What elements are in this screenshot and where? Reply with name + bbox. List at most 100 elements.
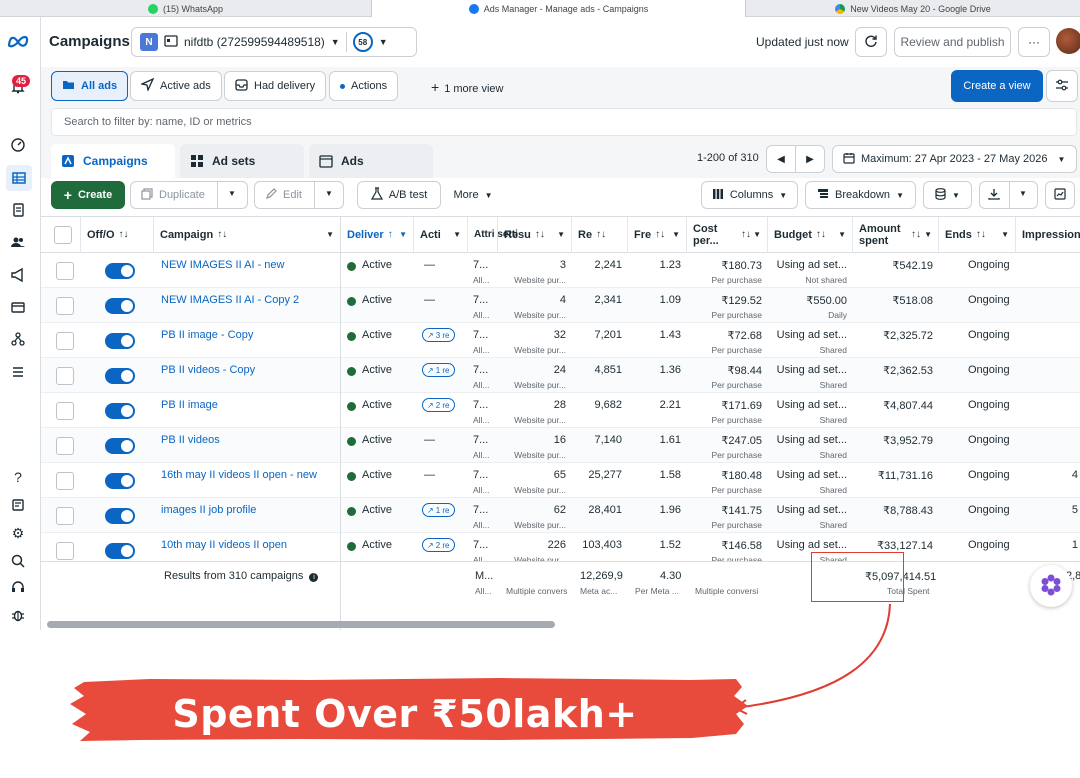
- date-range-picker[interactable]: Maximum: 27 Apr 2023 - 27 May 2026 ▼: [832, 145, 1077, 173]
- column-header-attribution[interactable]: Attri setti: [468, 217, 518, 253]
- results-value: 65: [553, 469, 566, 481]
- browser-tab-google-drive[interactable]: New Videos May 20 - Google Drive: [746, 0, 1080, 17]
- results-sub: Website pur...: [514, 415, 566, 425]
- view-active-ads-button[interactable]: Active ads: [130, 71, 222, 101]
- column-header-budget[interactable]: Budget ↑↓ ▼: [768, 217, 853, 253]
- audiences-people-icon[interactable]: [8, 232, 28, 252]
- column-header-campaign[interactable]: Campaign ↑↓ ▼: [154, 217, 341, 253]
- campaign-name-link[interactable]: PB II videos: [161, 434, 220, 446]
- campaign-on-off-toggle[interactable]: [105, 298, 135, 314]
- chevron-down-icon[interactable]: ▼: [228, 189, 236, 198]
- create-button[interactable]: + Create: [51, 181, 125, 209]
- chevron-down-icon[interactable]: ▼: [379, 37, 388, 47]
- more-view-link[interactable]: +1 more view: [431, 79, 503, 95]
- more-options-button[interactable]: ···: [1018, 27, 1050, 57]
- avatar[interactable]: [1056, 28, 1080, 54]
- columns-button[interactable]: Columns ▼: [701, 181, 798, 209]
- campaign-name-link[interactable]: NEW IMAGES II AI - new: [161, 259, 284, 271]
- column-header-ends[interactable]: Ends ↑↓ ▼: [939, 217, 1016, 253]
- more-actions-button[interactable]: More ▼: [446, 181, 500, 209]
- column-header-actions[interactable]: Acti ▼: [414, 217, 468, 253]
- column-header-amount-spent[interactable]: Amount spent ↑↓ ▼: [853, 217, 939, 253]
- campaign-on-off-toggle[interactable]: [105, 508, 135, 524]
- column-header-frequency[interactable]: Fre ↑↓ ▼: [628, 217, 687, 253]
- recommendations-badge[interactable]: ↗ 2 re: [422, 538, 455, 552]
- campaign-on-off-toggle[interactable]: [105, 473, 135, 489]
- campaign-on-off-toggle[interactable]: [105, 543, 135, 559]
- all-tools-menu-icon[interactable]: [8, 362, 28, 382]
- review-and-publish-button[interactable]: Review and publish: [894, 27, 1011, 57]
- campaign-name-link[interactable]: 10th may II videos II open: [161, 539, 287, 551]
- table-row[interactable]: PB II image Active ↗ 2 re 7... All... 28 We…: [41, 393, 1080, 428]
- breakdown-button[interactable]: Breakdown ▼: [805, 181, 916, 209]
- meta-logo-icon[interactable]: [6, 31, 30, 51]
- view-had-delivery-button[interactable]: Had delivery: [224, 71, 327, 101]
- column-header-onoff[interactable]: Off/O ↑↓: [81, 217, 154, 253]
- column-header-delivery[interactable]: Deliver ↑ ▼: [341, 217, 414, 253]
- help-question-icon[interactable]: ?: [8, 467, 28, 487]
- view-all-ads-button[interactable]: All ads: [51, 71, 129, 101]
- budget-cell: Using ad set... Shared: [768, 358, 853, 393]
- recommendations-badge[interactable]: ↗ 1 re: [422, 503, 455, 517]
- amount-spent-value: ₹518.08: [892, 295, 933, 307]
- campaigns-table-icon[interactable]: [6, 165, 32, 191]
- campaign-name-link[interactable]: PB II image: [161, 399, 218, 411]
- table-row[interactable]: PB II videos - Copy Active ↗ 1 re 7... All…: [41, 358, 1080, 393]
- search-icon[interactable]: [8, 551, 28, 571]
- column-header-impressions[interactable]: Impression: [1016, 217, 1080, 253]
- support-headset-icon[interactable]: [8, 577, 28, 597]
- delivery-status: Active: [362, 259, 392, 271]
- select-all-checkbox[interactable]: [54, 226, 72, 244]
- reports-document-icon[interactable]: [8, 200, 28, 220]
- campaign-name-link[interactable]: PB II image - Copy: [161, 329, 253, 341]
- table-row[interactable]: PB II image - Copy Active ↗ 3 re 7... All.…: [41, 323, 1080, 358]
- campaign-on-off-toggle[interactable]: [105, 263, 135, 279]
- opportunity-score-icon[interactable]: 58: [352, 32, 373, 52]
- campaign-name-link[interactable]: NEW IMAGES II AI - Copy 2: [161, 294, 299, 306]
- campaign-name-link[interactable]: 16th may II videos II open - new: [161, 469, 317, 481]
- info-icon[interactable]: i: [309, 573, 319, 582]
- table-row[interactable]: PB II videos Active — 7... All... 16 Websi…: [41, 428, 1080, 463]
- view-actions-button[interactable]: Actions: [329, 71, 399, 101]
- campaign-on-off-toggle[interactable]: [105, 403, 135, 419]
- refresh-button[interactable]: [855, 27, 887, 57]
- billing-card-icon[interactable]: [8, 297, 28, 317]
- advertise-megaphone-icon[interactable]: [8, 265, 28, 285]
- campaign-on-off-toggle[interactable]: [105, 438, 135, 454]
- prev-page-button[interactable]: ◀: [766, 145, 796, 173]
- dashboard-gauge-icon[interactable]: [8, 135, 28, 155]
- campaign-on-off-toggle[interactable]: [105, 368, 135, 384]
- recommendations-badge[interactable]: ↗ 2 re: [422, 398, 455, 412]
- create-view-button[interactable]: Create a view: [951, 70, 1043, 102]
- column-header-cost[interactable]: Cost per... ↑↓ ▼: [687, 217, 768, 253]
- browser-tab-ads-manager[interactable]: Ads Manager - Manage ads - Campaigns: [372, 0, 746, 17]
- chevron-down-icon[interactable]: ▼: [325, 189, 333, 198]
- table-row[interactable]: NEW IMAGES II AI - new Active — 7... All.…: [41, 253, 1080, 288]
- next-page-button[interactable]: ▶: [795, 145, 825, 173]
- table-row[interactable]: images II job profile Active ↗ 1 re 7... A…: [41, 498, 1080, 533]
- settings-gear-icon[interactable]: ⚙: [8, 523, 28, 543]
- campaign-name-link[interactable]: images II job profile: [161, 504, 256, 516]
- column-header-results[interactable]: Resu ↑↓ ▼: [498, 217, 572, 253]
- reports-button[interactable]: ▼: [923, 181, 972, 209]
- tab-ads[interactable]: Ads: [309, 144, 433, 178]
- campaign-on-off-toggle[interactable]: [105, 333, 135, 349]
- search-input[interactable]: Search to filter by: name, ID or metrics: [51, 108, 1077, 136]
- column-header-reach[interactable]: Re ↑↓: [572, 217, 628, 253]
- table-row[interactable]: NEW IMAGES II AI - Copy 2 Active — 7... A…: [41, 288, 1080, 323]
- budget-value: Using ad set...: [776, 399, 847, 411]
- ad-account-selector[interactable]: N nifdtb (272599594489518) ▼ 58 ▼: [131, 27, 417, 57]
- recommendations-badge[interactable]: ↗ 3 re: [422, 328, 455, 342]
- tab-ad-sets[interactable]: Ad sets: [180, 144, 304, 178]
- table-row[interactable]: 16th may II videos II open - new Active …: [41, 463, 1080, 498]
- campaign-name-link[interactable]: PB II videos - Copy: [161, 364, 255, 376]
- charts-button[interactable]: [1045, 181, 1075, 209]
- view-settings-button[interactable]: [1046, 70, 1078, 102]
- feedback-icon[interactable]: [8, 495, 28, 515]
- ab-test-button[interactable]: A/B test: [357, 181, 441, 209]
- browser-tab-whatsapp[interactable]: (15) WhatsApp: [0, 0, 372, 17]
- chevron-down-icon[interactable]: ▼: [1019, 189, 1027, 198]
- recommendations-badge[interactable]: ↗ 1 re: [422, 363, 455, 377]
- business-tools-nodes-icon[interactable]: [8, 329, 28, 349]
- tab-campaigns[interactable]: Campaigns: [51, 144, 175, 178]
